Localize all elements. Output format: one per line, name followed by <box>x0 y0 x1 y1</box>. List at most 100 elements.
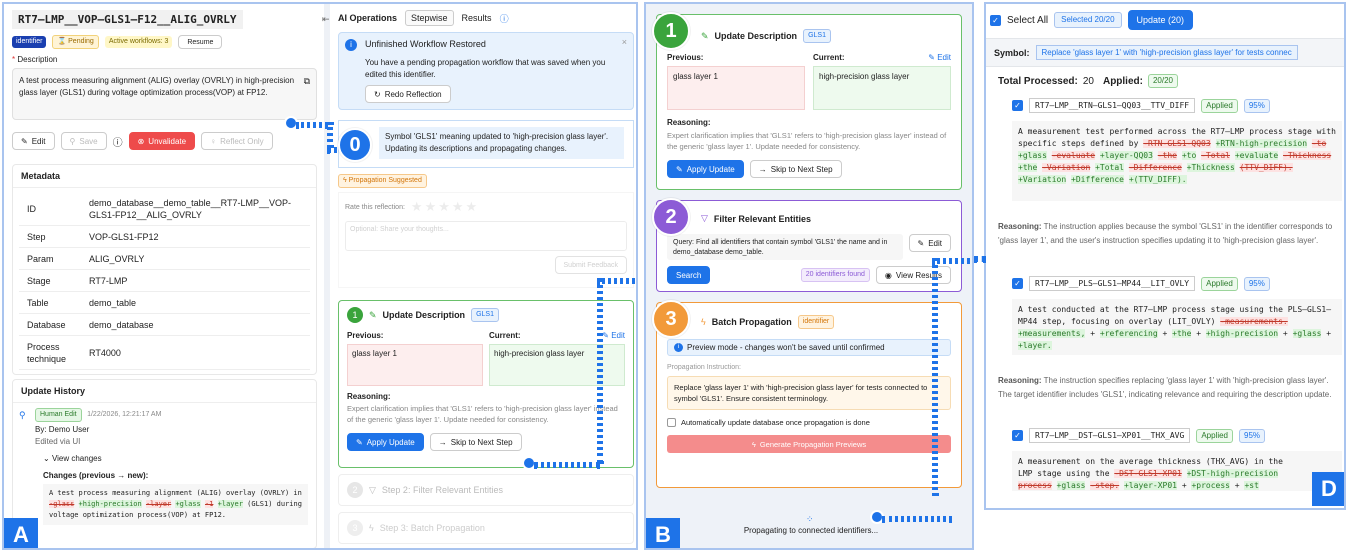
close-icon[interactable]: × <box>622 37 627 47</box>
metadata-value: demo_database <box>89 319 154 330</box>
b-step1-title: Update Description <box>714 31 798 41</box>
badge-row: identifier ⌛ Pending Active workflows: 3… <box>12 35 317 49</box>
step1-title: Update Description <box>382 310 466 320</box>
arrow-right-icon: → <box>758 164 767 174</box>
edit-link[interactable]: ✎ Edit <box>928 53 951 62</box>
collapse-icon[interactable]: ⇤ <box>322 14 330 25</box>
symbol-label: Symbol: <box>994 47 1030 58</box>
lightning-icon: ϟ <box>701 317 706 327</box>
feedback-input[interactable]: Optional: Share your thoughts... <box>345 221 627 251</box>
step-one-marker: 1 <box>652 12 690 50</box>
item-checkbox[interactable]: ✓ <box>1012 100 1023 111</box>
metadata-row: Database demo_database <box>19 314 310 336</box>
update-all-button[interactable]: Update (20) <box>1127 10 1194 30</box>
info-circle-icon: i <box>345 39 357 51</box>
metadata-value: RT7-LMP <box>89 275 128 286</box>
star-icon[interactable]: ★ <box>452 199 464 214</box>
reasoning-text: Expert clarification implies that 'GLS1'… <box>667 131 947 151</box>
submit-feedback-button[interactable]: Submit Feedback <box>554 256 627 274</box>
close-circle-icon: ⊗ <box>137 136 145 146</box>
symbol-value: Replace 'glass layer 1' with 'high-preci… <box>1035 45 1298 60</box>
item-checkbox[interactable]: ✓ <box>1012 278 1023 289</box>
search-button[interactable]: Search <box>667 266 711 284</box>
instruction-label: Propagation Instruction: <box>667 364 741 371</box>
step3-card[interactable]: 3 ϟ Step 3: Batch Propagation <box>338 512 634 544</box>
vertical-divider[interactable] <box>324 4 330 548</box>
applied-label: Applied: <box>1102 75 1143 87</box>
unvalidate-button[interactable]: ⊗ Unvalidate <box>128 132 196 150</box>
star-icon[interactable]: ★ <box>425 199 437 214</box>
totals-row: Total Processed: 20 Applied: 20/20 <box>998 74 1178 88</box>
metadata-row: Process technique RT4000 <box>19 336 310 370</box>
edit-button[interactable]: ✎ Edit <box>12 132 55 150</box>
identifiers-found-badge: 20 identifiers found <box>800 268 870 282</box>
tab-results[interactable]: Results <box>462 13 492 23</box>
step-number: 1 <box>347 307 363 323</box>
b-step2-card: ▽ Filter Relevant Entities Query: Find a… <box>656 200 962 292</box>
metadata-key: Table <box>27 297 49 308</box>
apply-update-button[interactable]: ✎ Apply Update <box>347 433 424 451</box>
save-button[interactable]: ⚲ Save <box>60 132 107 150</box>
current-value: high-precision glass layer <box>489 344 625 386</box>
skip-next-step-button[interactable]: → Skip to Next Step <box>429 433 522 451</box>
reasoning-text: Expert clarification implies that 'GLS1'… <box>347 404 618 424</box>
redo-reflection-button[interactable]: ↻ Redo Reflection <box>365 85 451 103</box>
panel-a-label: A <box>4 518 38 548</box>
apply-update-button[interactable]: ✎ Apply Update <box>667 160 744 178</box>
reflect-only-button[interactable]: ♀ Reflect Only <box>201 132 273 150</box>
applied-badge: Applied <box>1201 276 1238 291</box>
pencil-icon: ✎ <box>21 136 28 146</box>
confidence-badge: 95% <box>1239 428 1266 443</box>
symbol-row: Symbol: Replace 'glass layer 1' with 'hi… <box>986 38 1344 67</box>
info-icon[interactable]: ⓘ <box>500 12 509 25</box>
identifier-title: RT7–LMP__VOP–GLS1–F12__ALIG_OVRLY <box>12 10 243 29</box>
reflection-text: Symbol 'GLS1' meaning updated to 'high-p… <box>379 127 624 159</box>
step-number: 3 <box>347 520 363 536</box>
step2-card[interactable]: 2 ▽ Step 2: Filter Relevant Entities <box>338 474 634 506</box>
instruction-box[interactable]: Replace 'glass layer 1' with 'high-preci… <box>667 376 951 410</box>
connector-line <box>882 516 952 522</box>
filter-icon: ▽ <box>701 213 708 223</box>
ai-tabs: AI Operations Stepwise Results ⓘ <box>338 10 634 26</box>
info-icon[interactable]: ⓘ <box>113 134 123 149</box>
view-changes-toggle[interactable]: ⌄ View changes <box>43 454 310 463</box>
star-rating[interactable]: ★ ★ ★ ★ ★ <box>411 199 479 215</box>
view-results-button[interactable]: ◉ View Results <box>875 266 951 284</box>
pencil-icon: ✎ <box>701 30 709 41</box>
filter-icon: ▽ <box>369 484 376 495</box>
checkbox[interactable] <box>667 418 676 427</box>
generate-previews-button[interactable]: ϟ Generate Propagation Previews <box>667 435 951 453</box>
star-icon[interactable]: ★ <box>466 199 478 214</box>
description-box[interactable]: A test process measuring alignment (ALIG… <box>12 68 317 120</box>
applied-badge: Applied <box>1201 98 1238 113</box>
propagation-suggested-tag: ϟ Propagation Suggested <box>338 174 427 188</box>
active-workflows-badge: Active workflows: 3 <box>104 36 173 48</box>
select-all-checkbox[interactable]: ✓ <box>990 14 1001 26</box>
star-icon[interactable]: ★ <box>438 199 450 214</box>
rating-card: Rate this reflection: ★ ★ ★ ★ ★ Optional: Sh… <box>338 192 634 288</box>
identifier-tag: identifier <box>797 315 835 329</box>
step-number: 2 <box>347 482 363 498</box>
metadata-key: Database <box>27 319 66 330</box>
history-via: Edited via UI <box>35 437 81 446</box>
star-icon[interactable]: ★ <box>411 199 423 214</box>
history-date: 1/22/2026, 12:21:17 AM <box>87 411 162 418</box>
query-box[interactable]: Query: Find all identifiers that contain… <box>667 234 903 260</box>
pencil-icon: ✎ <box>917 238 925 248</box>
selected-count: Selected 20/20 <box>1054 12 1122 28</box>
item-checkbox[interactable]: ✓ <box>1012 430 1023 441</box>
metadata-row: Step VOP-GLS1-FP12 <box>19 226 310 248</box>
connector-line <box>932 258 938 496</box>
tab-stepwise[interactable]: Stepwise <box>405 10 454 26</box>
copy-icon[interactable]: ⧉ <box>304 75 310 87</box>
auto-update-option[interactable]: Automatically update database once propa… <box>667 418 951 427</box>
edit-query-button[interactable]: ✎ Edit <box>908 234 951 252</box>
metadata-key: Param <box>27 253 54 264</box>
edit-link[interactable]: ✎ Edit <box>602 331 625 340</box>
resume-button[interactable]: Resume <box>178 35 223 49</box>
pencil-icon: ✎ <box>676 164 683 174</box>
previous-label: Previous: <box>347 331 384 340</box>
skip-next-step-button[interactable]: → Skip to Next Step <box>749 160 842 178</box>
arrow-right-icon: → <box>438 437 447 447</box>
action-row: ✎ Edit ⚲ Save ⓘ ⊗ Unvalidate ♀ Reflect Only <box>12 132 317 150</box>
